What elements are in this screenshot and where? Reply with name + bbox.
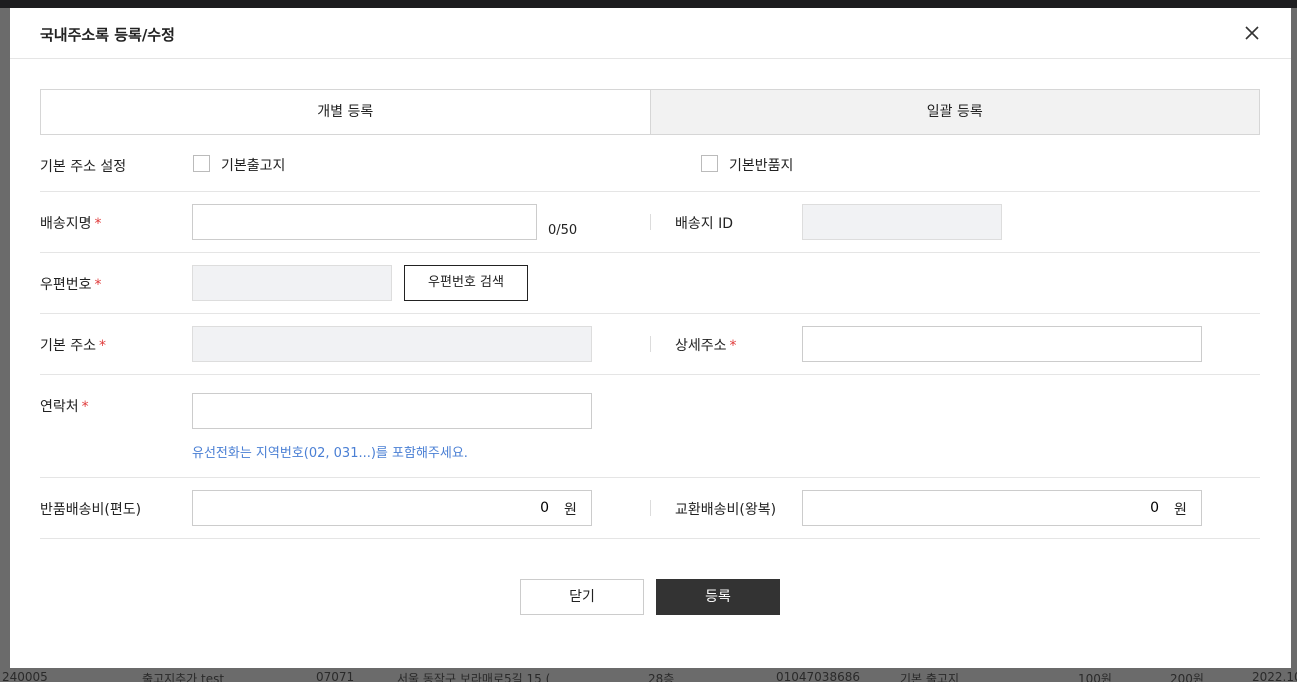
table-cell: 2022.10 — [1252, 670, 1297, 682]
modal-header: 국내주소록 등록/수정 — [10, 8, 1291, 59]
column-divider — [650, 500, 651, 516]
column-divider — [650, 214, 651, 230]
table-cell: 서울 동작구 보라매로5길 15 ( — [397, 672, 551, 682]
base-address-label: 기본 주소 * — [40, 338, 106, 354]
exchange-fee-label: 교환배송비(왕복) — [675, 502, 777, 518]
tab-bulk[interactable]: 일괄 등록 — [649, 90, 1259, 134]
contact-input[interactable] — [192, 393, 592, 429]
detail-address-label: 상세주소 * — [675, 338, 737, 354]
return-fee-input[interactable] — [192, 490, 592, 526]
table-cell: 240005 — [2, 670, 48, 682]
fee-row: 반품배송비(편도) 원 교환배송비(왕복) 원 — [40, 478, 1260, 539]
exchange-fee-input[interactable] — [802, 490, 1202, 526]
table-cell: 28층 — [648, 672, 675, 682]
detail-address-input[interactable] — [802, 326, 1202, 362]
default-address-label: 기본 주소 설정 — [40, 159, 127, 175]
background-table-row: 240005 출고지추가 test 07071 서울 동작구 보라매로5길 15… — [0, 668, 1297, 682]
return-fee-label: 반품배송비(편도) — [40, 502, 142, 518]
default-shipping-checkbox[interactable] — [193, 155, 210, 172]
table-cell: 기본 출고지 — [900, 672, 960, 682]
postal-code-label: 우편번호 * — [40, 277, 102, 293]
tab-individual[interactable]: 개별 등록 — [41, 90, 650, 134]
table-cell: 100원 — [1078, 672, 1112, 682]
shipping-name-label: 배송지명 * — [40, 216, 102, 232]
registration-tabs: 개별 등록 일괄 등록 — [40, 89, 1260, 135]
close-icon[interactable] — [1243, 24, 1261, 42]
return-fee-unit: 원 — [564, 502, 577, 518]
table-cell: 07071 — [316, 670, 355, 682]
background-right-edge — [1291, 8, 1297, 682]
address-modal: 국내주소록 등록/수정 개별 등록 일괄 등록 기본 주소 설정 기본출고지 기… — [10, 8, 1291, 668]
postal-search-button[interactable]: 우편번호 검색 — [404, 265, 528, 301]
shipping-name-row: 배송지명 * 0/50 배송지 ID — [40, 192, 1260, 253]
contact-row: 연락처 * 유선전화는 지역번호(02, 031...)를 포함해주세요. — [40, 375, 1260, 478]
background-header — [0, 0, 1297, 8]
default-shipping-label[interactable]: 기본출고지 — [221, 155, 285, 175]
postal-code-input — [192, 265, 392, 301]
address-row: 기본 주소 * 상세주소 * — [40, 314, 1260, 375]
table-cell: 출고지추가 test — [142, 672, 225, 682]
postal-code-row: 우편번호 * 우편번호 검색 — [40, 253, 1260, 314]
shipping-name-input[interactable] — [192, 204, 537, 240]
base-address-input — [192, 326, 592, 362]
background-left-edge — [0, 8, 10, 682]
contact-hint: 유선전화는 지역번호(02, 031...)를 포함해주세요. — [192, 446, 468, 461]
default-address-row: 기본 주소 설정 기본출고지 기본반품지 — [40, 135, 1260, 192]
exchange-fee-unit: 원 — [1174, 502, 1187, 518]
shipping-name-counter: 0/50 — [548, 223, 578, 238]
default-return-checkbox[interactable] — [701, 155, 718, 172]
contact-label: 연락처 * — [40, 399, 89, 415]
shipping-id-label: 배송지 ID — [675, 216, 733, 232]
column-divider — [650, 336, 651, 352]
table-cell: 01047038686 — [776, 670, 860, 682]
shipping-id-input — [802, 204, 1002, 240]
default-return-label[interactable]: 기본반품지 — [729, 155, 793, 175]
table-cell: 200원 — [1170, 672, 1204, 682]
close-button[interactable]: 닫기 — [520, 579, 644, 615]
modal-title: 국내주소록 등록/수정 — [40, 26, 175, 44]
submit-button[interactable]: 등록 — [656, 579, 780, 615]
